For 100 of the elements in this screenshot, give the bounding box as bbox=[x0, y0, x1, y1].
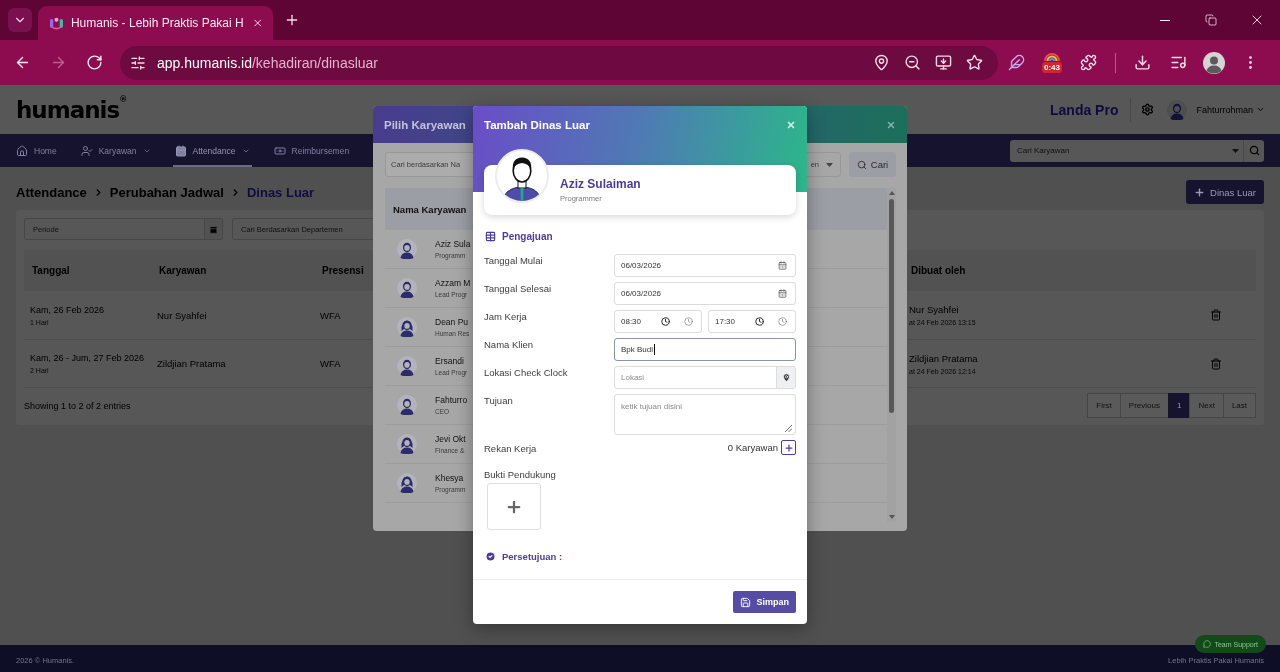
feather-icon[interactable] bbox=[1007, 54, 1025, 71]
sliders-icon[interactable] bbox=[130, 54, 146, 71]
person-avatar-icon bbox=[1167, 99, 1188, 120]
person-avatar-icon bbox=[397, 473, 417, 493]
text-field[interactable]: Bpk Budi bbox=[614, 338, 796, 361]
company-name: Landa Pro bbox=[1050, 101, 1119, 118]
user-name[interactable]: Fahturrohman bbox=[1196, 104, 1253, 115]
search-button[interactable]: Cari bbox=[849, 152, 896, 177]
employee-name: Dean Pu bbox=[435, 317, 469, 327]
profile-avatar-icon[interactable] bbox=[1203, 51, 1225, 74]
caret-down-icon bbox=[1232, 148, 1239, 153]
logo: humanis$^{®}$ bbox=[16, 96, 127, 123]
close-icon[interactable] bbox=[251, 16, 263, 30]
table-icon bbox=[485, 230, 496, 242]
person-avatar-icon bbox=[397, 395, 417, 415]
resize-handle-icon bbox=[785, 425, 792, 432]
employee-name: Fahturro bbox=[435, 395, 468, 405]
browser-tab[interactable]: Humanis - Lebih Praktis Pakai H bbox=[38, 6, 273, 40]
column-header: Presensi bbox=[322, 265, 364, 276]
page-button[interactable]: Last bbox=[1222, 393, 1256, 418]
clock-icon bbox=[755, 317, 764, 326]
field-label: Tujuan bbox=[484, 394, 513, 406]
person-avatar-icon bbox=[397, 434, 417, 454]
page-button[interactable]: Next bbox=[1189, 393, 1224, 418]
section-title: Pengajuan bbox=[502, 230, 553, 242]
plus-icon bbox=[783, 442, 794, 453]
trash-icon[interactable] bbox=[1210, 309, 1222, 321]
chat-icon bbox=[1203, 640, 1212, 648]
banknote-icon bbox=[273, 144, 286, 157]
field-label: Rekan Kerja bbox=[484, 441, 537, 454]
nav-item[interactable]: Reimbursemen bbox=[271, 134, 352, 167]
close-button[interactable] bbox=[786, 120, 796, 130]
textarea-field[interactable]: ketik tujuan disini bbox=[614, 394, 796, 435]
employee-name: Khesya bbox=[435, 473, 464, 483]
plus-icon bbox=[284, 12, 300, 28]
table-cell: WFA bbox=[320, 358, 341, 369]
page-button[interactable]: First bbox=[1087, 393, 1121, 418]
calendar-icon[interactable] bbox=[204, 219, 222, 239]
time-field[interactable]: 17:30 bbox=[708, 310, 796, 333]
scroll-down-icon[interactable] bbox=[888, 515, 895, 519]
save-button[interactable]: Simpan bbox=[733, 591, 796, 613]
clock-icon bbox=[684, 317, 693, 326]
field-label: Bukti Pendukung bbox=[484, 468, 556, 480]
scroll-up-icon[interactable] bbox=[888, 191, 895, 195]
extensions-icon[interactable] bbox=[1079, 54, 1097, 71]
restore-icon bbox=[1205, 14, 1217, 26]
count-text: 0 Karyawan bbox=[727, 442, 778, 453]
trash-icon[interactable] bbox=[1210, 357, 1222, 370]
breadcrumb-link[interactable]: Attendance bbox=[16, 184, 87, 200]
chevron-down-icon bbox=[1256, 105, 1265, 114]
scroll-thumb[interactable] bbox=[889, 199, 894, 413]
nav-item[interactable]: Home bbox=[14, 134, 59, 167]
field-label: Nama Klien bbox=[484, 338, 534, 350]
zoom-icon[interactable] bbox=[904, 54, 921, 71]
date-field[interactable]: 06/03/2026 bbox=[614, 254, 796, 277]
breadcrumb-link[interactable]: Perubahan Jadwal bbox=[109, 184, 224, 200]
plus-icon bbox=[1194, 186, 1206, 198]
settings-icon[interactable] bbox=[1141, 103, 1155, 116]
search-icon bbox=[856, 159, 867, 170]
table-cell: WFA bbox=[320, 309, 341, 321]
employee-name: Azzam M bbox=[435, 278, 471, 288]
column-header: Karyawan bbox=[159, 265, 207, 276]
address-bar[interactable]: app.humanis.id/kehadiran/dinasluar bbox=[120, 45, 998, 80]
music-list-icon[interactable] bbox=[1169, 54, 1187, 71]
timer-badge: 0:43 bbox=[1042, 62, 1062, 73]
minimize-icon bbox=[1160, 19, 1170, 21]
person-avatar-icon bbox=[397, 239, 417, 259]
close-icon[interactable] bbox=[886, 119, 896, 130]
add-dinas-luar-button[interactable]: Dinas Luar bbox=[1186, 180, 1264, 204]
column-header: Dibuat oleh bbox=[911, 265, 966, 276]
nav-item[interactable]: Karyawan bbox=[78, 134, 153, 167]
download-icon[interactable] bbox=[1133, 54, 1151, 71]
table-cell: Zildjian Pratama bbox=[157, 358, 226, 369]
location-icon[interactable] bbox=[873, 54, 890, 71]
entries-info: Showing 1 to 2 of 2 entries bbox=[24, 400, 131, 411]
url-text: app.humanis.id/kehadiran/dinasluar bbox=[157, 54, 379, 71]
site-favicon-icon bbox=[50, 16, 63, 30]
star-icon[interactable] bbox=[966, 54, 983, 71]
add-button[interactable] bbox=[781, 440, 796, 455]
employee-name: Aziz Sulaiman bbox=[560, 177, 641, 191]
text-cursor bbox=[654, 344, 656, 355]
rainbow-icon[interactable] bbox=[1044, 52, 1060, 61]
table-cell: Zildjian Pratama bbox=[909, 352, 978, 364]
calendar-icon bbox=[778, 289, 787, 298]
map-pin-icon[interactable] bbox=[776, 367, 795, 388]
table-cell: Kam, 26 Feb 2026 bbox=[30, 304, 105, 315]
tab-title: Humanis - Lebih Praktis Pakai H bbox=[70, 16, 244, 30]
table-cell: Nur Syahfei bbox=[909, 304, 959, 315]
location-field[interactable]: Lokasi bbox=[614, 366, 796, 389]
time-field[interactable]: 08:30 bbox=[614, 310, 702, 333]
field-label: Jam Kerja bbox=[484, 310, 527, 322]
field-label: Tanggal Selesai bbox=[484, 282, 552, 294]
check-circle-icon bbox=[485, 550, 496, 562]
tab-search-button[interactable] bbox=[8, 8, 32, 32]
table-cell: Nur Syahfei bbox=[157, 309, 207, 321]
save-icon bbox=[740, 596, 752, 608]
date-field[interactable]: 06/03/2026 bbox=[614, 282, 796, 305]
install-icon[interactable] bbox=[935, 54, 952, 71]
section-title: Persetujuan : bbox=[502, 550, 563, 562]
person-avatar-icon bbox=[397, 356, 417, 376]
